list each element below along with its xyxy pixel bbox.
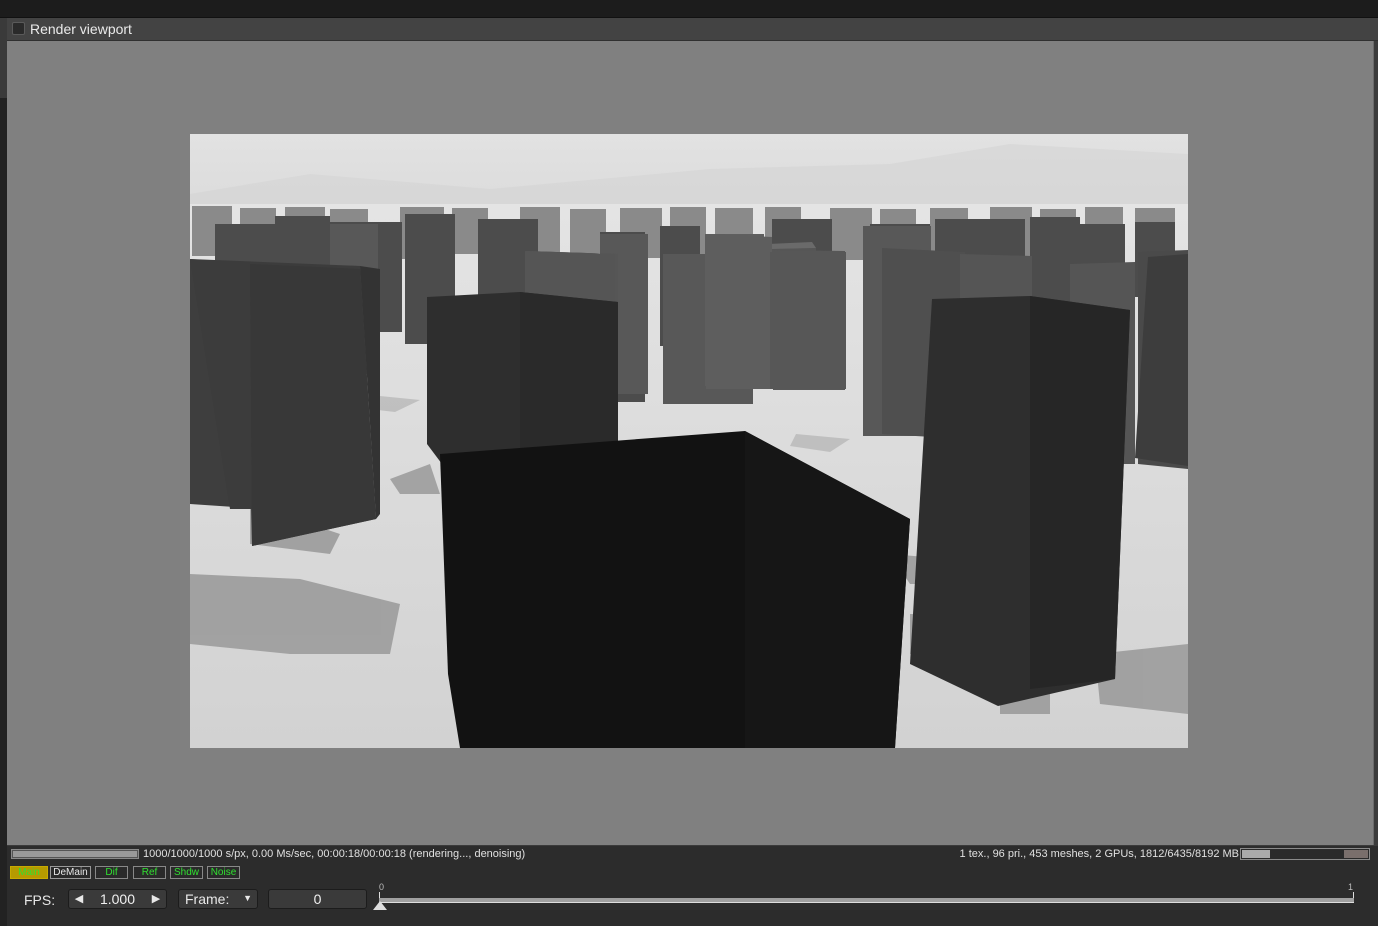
top-menu-strip xyxy=(0,0,1378,18)
status-bar: 1000/1000/1000 s/px, 0.00 Ms/sec, 00:00:… xyxy=(7,846,1378,926)
pass-noise-button[interactable]: Noise xyxy=(207,866,240,879)
pass-dif-button[interactable]: Dif xyxy=(95,866,128,879)
pass-demain-button[interactable]: DeMain xyxy=(50,866,91,879)
left-dock-strip xyxy=(0,18,7,926)
timeline-end-label: 1 xyxy=(1348,882,1354,892)
fps-increment-icon[interactable]: ▶ xyxy=(148,890,164,908)
render-viewport[interactable] xyxy=(7,41,1374,845)
render-viewport-panel: Render viewport 1000/1000/1000 s/px, 0.0… xyxy=(7,18,1378,926)
gpu-memory-bar xyxy=(1240,848,1370,860)
frame-mode-label: Frame: xyxy=(185,891,230,907)
panel-toggle-checkbox[interactable] xyxy=(12,22,25,35)
rendered-scene-image xyxy=(190,134,1188,748)
timeline-slider[interactable] xyxy=(379,898,1354,903)
render-progress-bar xyxy=(11,849,139,859)
timeline-start-label: 0 xyxy=(379,882,385,892)
panel-titlebar[interactable]: Render viewport xyxy=(7,18,1378,41)
scene-stats-text: 1 tex., 96 pri., 453 meshes, 2 GPUs, 181… xyxy=(959,848,1239,860)
panel-title: Render viewport xyxy=(30,21,132,37)
gpu-memory-peak xyxy=(1344,850,1368,858)
fps-decrement-icon[interactable]: ◀ xyxy=(71,890,87,908)
frame-number-input[interactable]: 0 xyxy=(268,889,367,909)
fps-label: FPS: xyxy=(24,892,56,908)
left-dock-shadow xyxy=(0,98,7,926)
pass-main-button[interactable]: Main xyxy=(10,866,48,879)
render-image[interactable] xyxy=(190,134,1188,748)
fps-stepper[interactable]: ◀ 1.000 ▶ xyxy=(68,889,167,909)
frame-mode-dropdown[interactable]: Frame: ▼ xyxy=(178,889,258,909)
fps-value[interactable]: 1.000 xyxy=(87,890,148,908)
render-progress-fill xyxy=(13,851,137,857)
gpu-memory-used xyxy=(1242,850,1270,858)
pass-shdw-button[interactable]: Shdw xyxy=(170,866,203,879)
chevron-down-icon: ▼ xyxy=(243,893,252,903)
pass-ref-button[interactable]: Ref xyxy=(133,866,166,879)
timeline-playhead[interactable] xyxy=(373,901,387,910)
render-stats-text: 1000/1000/1000 s/px, 0.00 Ms/sec, 00:00:… xyxy=(143,848,526,860)
